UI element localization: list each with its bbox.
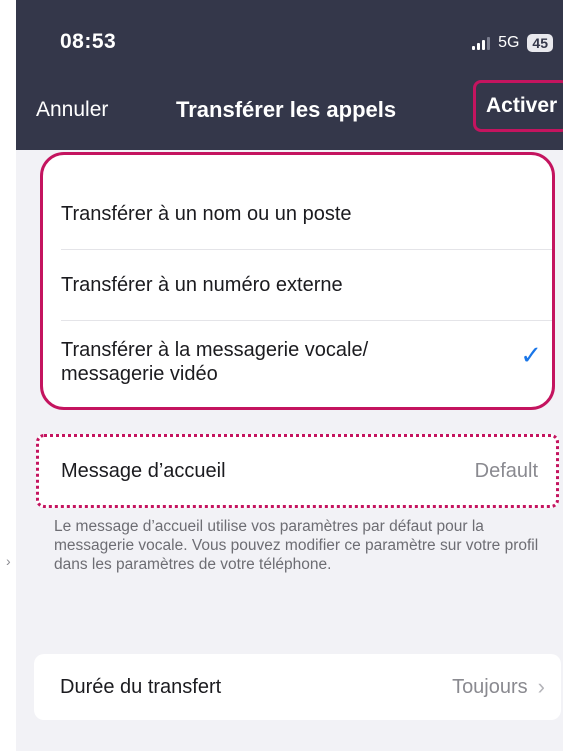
duration-row[interactable]: Durée du transfert Toujours › xyxy=(34,654,561,720)
status-time: 08:53 xyxy=(60,30,117,53)
option-voicemail[interactable]: Transférer à la messagerie vocale/ messa… xyxy=(61,321,552,403)
left-edge-chevron-icon: › xyxy=(6,553,11,569)
option-external-number[interactable]: Transférer à un numéro externe xyxy=(61,250,552,321)
option-label: Transférer à un numéro externe xyxy=(61,273,343,296)
phone-screen: 08:53 5G 45 Annuler Transférer les appel… xyxy=(16,0,563,751)
activate-button[interactable]: Activer xyxy=(473,80,563,132)
activate-label: Activer xyxy=(486,94,558,117)
greeting-message-row[interactable]: Message d’accueil Default xyxy=(36,434,559,508)
signal-icon xyxy=(472,36,491,50)
page-title: Transférer les appels xyxy=(176,97,397,122)
duration-value: Toujours xyxy=(452,675,528,698)
chevron-right-icon: › xyxy=(537,674,545,699)
forward-options-list: Transférer à un nom ou un poste Transfér… xyxy=(40,152,555,410)
network-label: 5G xyxy=(498,34,520,51)
duration-label: Durée du transfert xyxy=(60,675,222,698)
option-label: Transférer à un nom ou un poste xyxy=(61,202,352,225)
battery-icon: 45 xyxy=(527,34,553,52)
header: 08:53 5G 45 Annuler Transférer les appel… xyxy=(16,0,563,150)
cancel-button[interactable]: Annuler xyxy=(36,98,108,122)
status-icons: 5G 45 xyxy=(472,34,553,52)
checkmark-icon: ✓ xyxy=(520,340,542,370)
greeting-note: Le message d’accueil utilise vos paramèt… xyxy=(54,518,539,573)
greeting-label: Message d’accueil xyxy=(61,459,226,482)
option-label: Transférer à la messagerie vocale/ messa… xyxy=(61,339,369,385)
duration-value-group: Toujours › xyxy=(452,674,545,700)
option-name-or-extension[interactable]: Transférer à un nom ou un poste xyxy=(61,179,552,250)
greeting-value: Default xyxy=(474,459,538,482)
